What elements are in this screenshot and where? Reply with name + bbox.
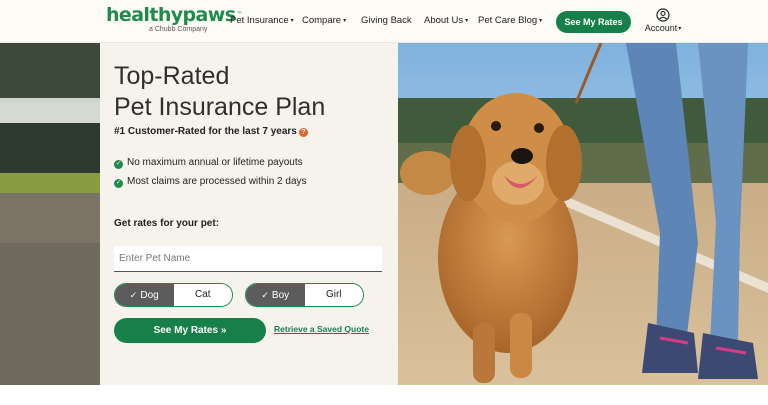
retrieve-saved-quote-link[interactable]: Retrieve a Saved Quote <box>274 324 369 334</box>
golden-retriever-photo <box>398 43 768 385</box>
chevron-down-icon: ▾ <box>678 26 682 32</box>
title-line-2: Pet Insurance Plan <box>114 93 326 121</box>
checkmark-icon: ✓ <box>114 160 123 169</box>
rating-subtitle: #1 Customer-Rated for the last 7 years? <box>114 126 308 137</box>
logo-wordmark: healthypaws™ <box>106 4 242 26</box>
check-icon: ✓ <box>261 290 269 300</box>
species-toggle: ✓ Dog Cat <box>114 283 233 307</box>
nav-compare[interactable]: Compare ▾ <box>302 15 346 26</box>
benefit-item: ✓ No maximum annual or lifetime payouts <box>114 157 303 169</box>
chevron-down-icon: ▾ <box>290 18 294 24</box>
chevron-down-icon: ▾ <box>539 18 543 24</box>
park-background-photo <box>0 43 100 385</box>
see-my-rates-header-button[interactable]: See My Rates <box>556 11 631 33</box>
chevron-down-icon: ▾ <box>343 18 347 24</box>
user-circle-icon <box>656 8 670 22</box>
check-icon: ✓ <box>129 290 138 300</box>
account-menu[interactable]: Account▾ <box>642 8 684 38</box>
chevron-down-icon: ▾ <box>465 18 469 24</box>
species-option-dog[interactable]: ✓ Dog <box>115 284 174 306</box>
nav-pet-care-blog[interactable]: Pet Care Blog ▾ <box>478 15 542 26</box>
hero-section: Top-Rated Pet Insurance Plan #1 Customer… <box>0 43 768 385</box>
site-header: healthypaws™ a Chubb Company Pet Insuran… <box>0 0 768 43</box>
info-icon[interactable]: ? <box>298 128 308 137</box>
logo-tagline: a Chubb Company <box>149 26 208 33</box>
gender-option-boy[interactable]: ✓ Boy <box>246 284 305 306</box>
quote-panel: Top-Rated Pet Insurance Plan #1 Customer… <box>100 43 398 385</box>
gender-toggle: ✓ Boy Girl <box>245 283 364 307</box>
nav-about-us[interactable]: About Us ▾ <box>424 15 468 26</box>
title-line-1: Top-Rated <box>114 62 230 90</box>
nav-pet-insurance[interactable]: Pet Insurance ▾ <box>230 15 294 26</box>
healthypaws-logo[interactable]: healthypaws™ a Chubb Company <box>106 4 242 37</box>
get-rates-label: Get rates for your pet: <box>114 218 220 229</box>
see-my-rates-button[interactable]: See My Rates » <box>114 318 266 343</box>
page-title: Top-Rated Pet Insurance Plan <box>114 61 394 123</box>
benefit-item: ✓ Most claims are processed within 2 days <box>114 176 307 188</box>
nav-giving-back[interactable]: Giving Back <box>361 15 412 26</box>
gender-option-girl[interactable]: Girl <box>304 284 363 306</box>
species-option-cat[interactable]: Cat <box>173 284 232 306</box>
pet-name-input[interactable] <box>114 246 382 272</box>
account-label: Account▾ <box>644 23 682 33</box>
checkmark-icon: ✓ <box>114 179 123 188</box>
